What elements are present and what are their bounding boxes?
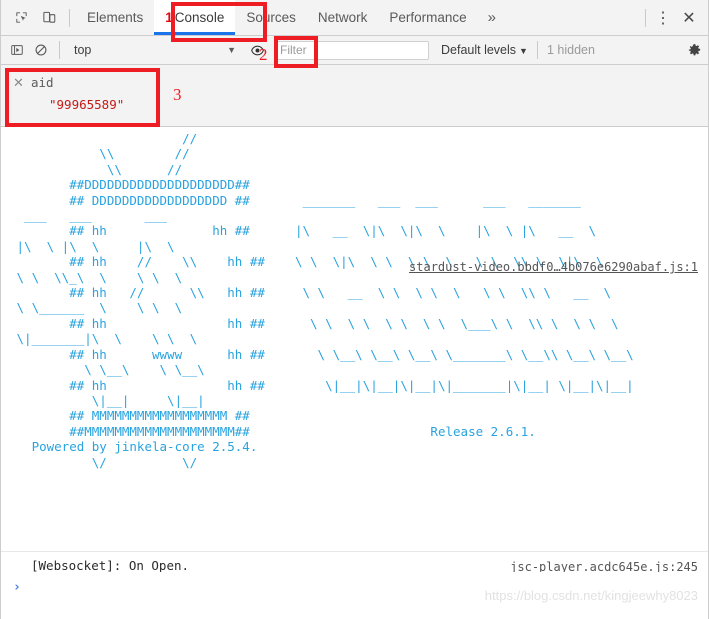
live-expression-value: "99965589" [49, 97, 125, 112]
chevron-down-icon: ▼ [227, 45, 236, 55]
annotation-number-1: 1 [165, 10, 173, 25]
tabbar-right-controls: ⋮ ✕ [641, 4, 708, 32]
log-entry-ascii-banner: stardust-video.bbdf0…4b076e6290abaf.js:1… [1, 127, 708, 552]
hidden-messages-count[interactable]: 1 hidden [547, 43, 595, 57]
tabbar-divider [69, 8, 70, 27]
annotation-number-3: 3 [173, 85, 182, 104]
tab-elements-label: Elements [87, 10, 144, 25]
chevron-down-icon-levels: ▼ [519, 46, 528, 56]
inspect-element-icon[interactable] [7, 4, 35, 32]
close-icon[interactable]: ✕ [13, 75, 24, 91]
log-levels-label: Default levels [441, 43, 517, 57]
gear-icon[interactable] [687, 43, 702, 58]
device-toolbar-icon[interactable] [35, 4, 63, 32]
tab-console-label: Console [174, 10, 225, 25]
execute-sidebar-icon[interactable] [5, 38, 29, 62]
live-expression-pinned-row[interactable]: ✕ aid "99965589" [1, 65, 708, 127]
live-expression-name: aid [31, 75, 54, 90]
console-toolbar-divider [59, 41, 60, 59]
levels-divider [536, 41, 538, 59]
more-options-icon[interactable]: ⋮ [650, 4, 676, 32]
tab-sources[interactable]: Sources [235, 0, 307, 35]
filter-input[interactable]: Filter [274, 40, 429, 60]
tab-elements[interactable]: Elements [76, 0, 154, 35]
annotation-number-2: 2 [259, 45, 268, 64]
log-entry-websocket: [Websocket]: On Open. jsc-player.acdc645… [1, 552, 708, 572]
log-levels-dropdown[interactable]: Default levels ▼ [441, 43, 528, 57]
console-log-area: stardust-video.bbdf0…4b076e6290abaf.js:1… [1, 127, 708, 572]
close-devtools-icon[interactable]: ✕ [676, 4, 702, 32]
devtools-tabbar: Elements 1 Console Sources Network Perfor… [1, 0, 708, 36]
prompt-caret-icon: › [13, 580, 21, 595]
javascript-context-value: top [74, 43, 92, 57]
console-toolbar: top ▼ Filter Default levels ▼ 1 hidden [1, 36, 708, 65]
tab-network-label: Network [317, 10, 368, 25]
tab-performance-label: Performance [389, 10, 467, 25]
clear-console-icon[interactable] [29, 38, 53, 62]
ascii-art-banner: // \\ // \\ // ##DDDDDDDDDDDDDDDDDDDD## … [16, 131, 634, 470]
tabbar-right-divider [645, 8, 646, 27]
more-tabs-icon[interactable]: » [478, 0, 506, 35]
log-source-link[interactable]: stardust-video.bbdf0…4b076e6290abaf.js:1 [409, 260, 698, 274]
log-source-link-websocket[interactable]: jsc-player.acdc645e.js:245 [510, 560, 698, 572]
javascript-context-selector[interactable]: top ▼ [66, 39, 244, 61]
tab-sources-label: Sources [246, 10, 296, 25]
tab-console[interactable]: 1 Console [154, 0, 236, 35]
tab-performance[interactable]: Performance [378, 0, 477, 35]
tab-network[interactable]: Network [307, 0, 379, 35]
devtools-window: Elements 1 Console Sources Network Perfor… [0, 0, 709, 619]
watermark-text: https://blog.csdn.net/kingjeewhy8023 [484, 588, 698, 603]
